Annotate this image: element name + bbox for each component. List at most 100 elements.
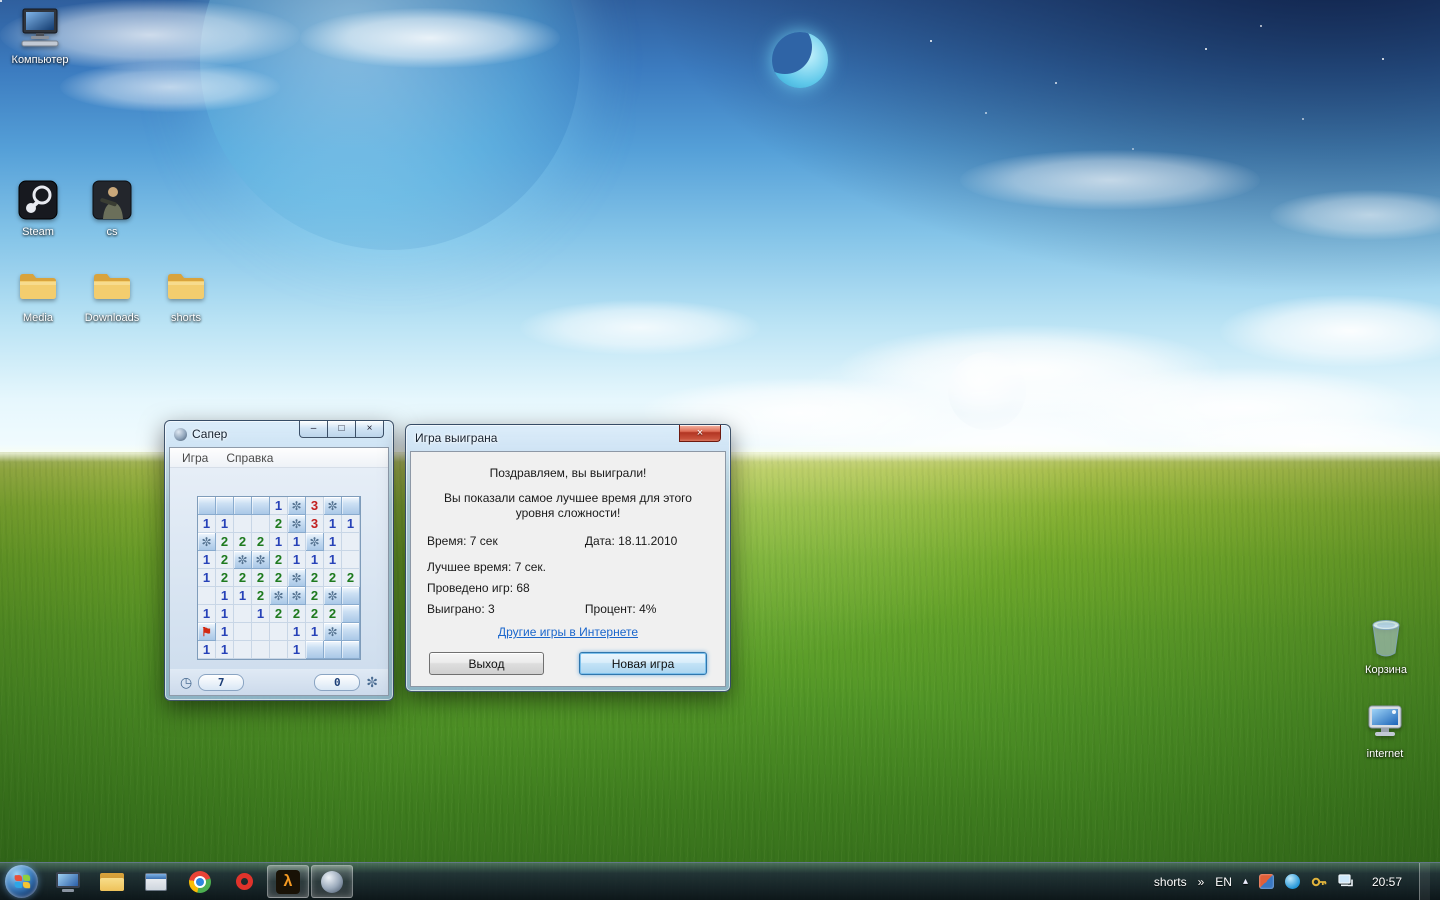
board-cell[interactable]	[270, 641, 288, 659]
board-cell[interactable]: 2	[306, 605, 324, 623]
board-cell[interactable]	[234, 515, 252, 533]
board-cell[interactable]: 1	[234, 587, 252, 605]
board-cell[interactable]: ✼	[288, 587, 306, 605]
desktop-icon-computer[interactable]: Компьютер	[2, 6, 78, 68]
shorts-toolbar[interactable]: shorts	[1154, 875, 1187, 889]
start-button[interactable]	[5, 865, 38, 898]
board-cell[interactable]: 2	[342, 569, 360, 587]
desktop-icon-cs[interactable]: cs	[74, 178, 150, 240]
board-cell[interactable]: 1	[324, 551, 342, 569]
taskbar-explorer-button[interactable]	[91, 865, 133, 898]
board-cell[interactable]: 2	[234, 569, 252, 587]
board-cell[interactable]: 1	[198, 515, 216, 533]
board-cell[interactable]: 2	[288, 605, 306, 623]
board-cell[interactable]	[342, 551, 360, 569]
board-cell[interactable]: 1	[288, 641, 306, 659]
board-cell[interactable]: 1	[198, 641, 216, 659]
board-cell[interactable]	[198, 587, 216, 605]
desktop-icon-steam[interactable]: Steam	[0, 178, 76, 240]
board-cell[interactable]: 1	[198, 569, 216, 587]
tray-app-icon[interactable]	[1259, 874, 1274, 889]
taskbar-half-life-button[interactable]: λ	[267, 865, 309, 898]
close-button[interactable]: ×	[356, 421, 384, 438]
board-cell[interactable]	[306, 641, 324, 659]
language-indicator[interactable]: EN	[1215, 875, 1232, 889]
board-cell[interactable]: 2	[270, 569, 288, 587]
board-cell[interactable]: ✼	[270, 587, 288, 605]
menu-game[interactable]: Игра	[174, 450, 216, 466]
board-cell[interactable]	[234, 605, 252, 623]
board-cell[interactable]	[252, 623, 270, 641]
board-cell[interactable]: 2	[324, 605, 342, 623]
maximize-button[interactable]: □	[328, 421, 356, 438]
board-cell[interactable]: 1	[270, 497, 288, 515]
board-cell[interactable]: ✼	[306, 533, 324, 551]
board-cell[interactable]: 1	[270, 533, 288, 551]
board-cell[interactable]	[270, 623, 288, 641]
show-hidden-icons-button[interactable]: ▴	[1243, 876, 1248, 887]
board-cell[interactable]: 1	[216, 623, 234, 641]
board-cell[interactable]: 1	[324, 533, 342, 551]
board-cell[interactable]: 3	[306, 515, 324, 533]
board-cell[interactable]: ✼	[288, 569, 306, 587]
board-cell[interactable]: ✼	[324, 623, 342, 641]
board-cell[interactable]	[252, 641, 270, 659]
board-cell[interactable]: 2	[216, 533, 234, 551]
taskbar-clock[interactable]: 20:57	[1366, 875, 1408, 889]
board-cell[interactable]: ✼	[234, 551, 252, 569]
board-cell[interactable]	[252, 515, 270, 533]
dialog-close-button[interactable]: ×	[679, 425, 721, 442]
board-cell[interactable]: 2	[252, 569, 270, 587]
board-cell[interactable]: 2	[306, 569, 324, 587]
board-cell[interactable]	[252, 497, 270, 515]
desktop-icon-recycle-bin[interactable]: Корзина	[1348, 616, 1424, 678]
board-cell[interactable]: 2	[216, 551, 234, 569]
board-cell[interactable]: 1	[288, 533, 306, 551]
board-cell[interactable]: 1	[252, 605, 270, 623]
board-cell[interactable]	[234, 623, 252, 641]
board-cell[interactable]	[198, 497, 216, 515]
network-tray-icon[interactable]	[1338, 874, 1355, 889]
board-cell[interactable]: 1	[288, 623, 306, 641]
minimize-button[interactable]: –	[299, 421, 328, 438]
board-cell[interactable]: ✼	[252, 551, 270, 569]
exit-button[interactable]: Выход	[429, 652, 544, 675]
board-cell[interactable]: 1	[216, 587, 234, 605]
board-cell[interactable]	[342, 497, 360, 515]
board-cell[interactable]: ✼	[324, 497, 342, 515]
board-cell[interactable]	[342, 533, 360, 551]
board-cell[interactable]	[342, 641, 360, 659]
menu-help[interactable]: Справка	[218, 450, 281, 466]
board-cell[interactable]: 2	[324, 569, 342, 587]
board-cell[interactable]: 2	[216, 569, 234, 587]
taskbar-computer-button[interactable]	[47, 865, 89, 898]
board-cell[interactable]: 2	[252, 587, 270, 605]
board-cell[interactable]: 1	[324, 515, 342, 533]
new-game-button[interactable]: Новая игра	[579, 652, 707, 675]
toolbar-chevron-icon[interactable]: »	[1198, 875, 1205, 889]
board-cell[interactable]	[342, 605, 360, 623]
board-cell[interactable]: 1	[306, 623, 324, 641]
board-cell[interactable]: 2	[306, 587, 324, 605]
board-cell[interactable]: 1	[216, 605, 234, 623]
taskbar-chrome-button[interactable]	[179, 865, 221, 898]
board-cell[interactable]: 1	[216, 515, 234, 533]
board-cell[interactable]	[342, 623, 360, 641]
desktop-icon-media[interactable]: Media	[0, 264, 76, 326]
board-cell[interactable]: 2	[270, 515, 288, 533]
board-cell[interactable]	[216, 497, 234, 515]
board-cell[interactable]	[234, 641, 252, 659]
board-cell[interactable]: 1	[306, 551, 324, 569]
messenger-tray-icon[interactable]	[1285, 874, 1300, 889]
taskbar-minesweeper-button[interactable]	[311, 865, 353, 898]
desktop-icon-downloads[interactable]: Downloads	[74, 264, 150, 326]
board-cell[interactable]: ⚑	[198, 623, 216, 641]
show-desktop-button[interactable]	[1419, 863, 1430, 900]
board-cell[interactable]: ✼	[288, 515, 306, 533]
board-cell[interactable]	[342, 587, 360, 605]
board-cell[interactable]: 1	[198, 551, 216, 569]
board-cell[interactable]: 2	[270, 551, 288, 569]
board-cell[interactable]: 3	[306, 497, 324, 515]
taskbar-app-window-button[interactable]	[135, 865, 177, 898]
board-cell[interactable]	[324, 641, 342, 659]
